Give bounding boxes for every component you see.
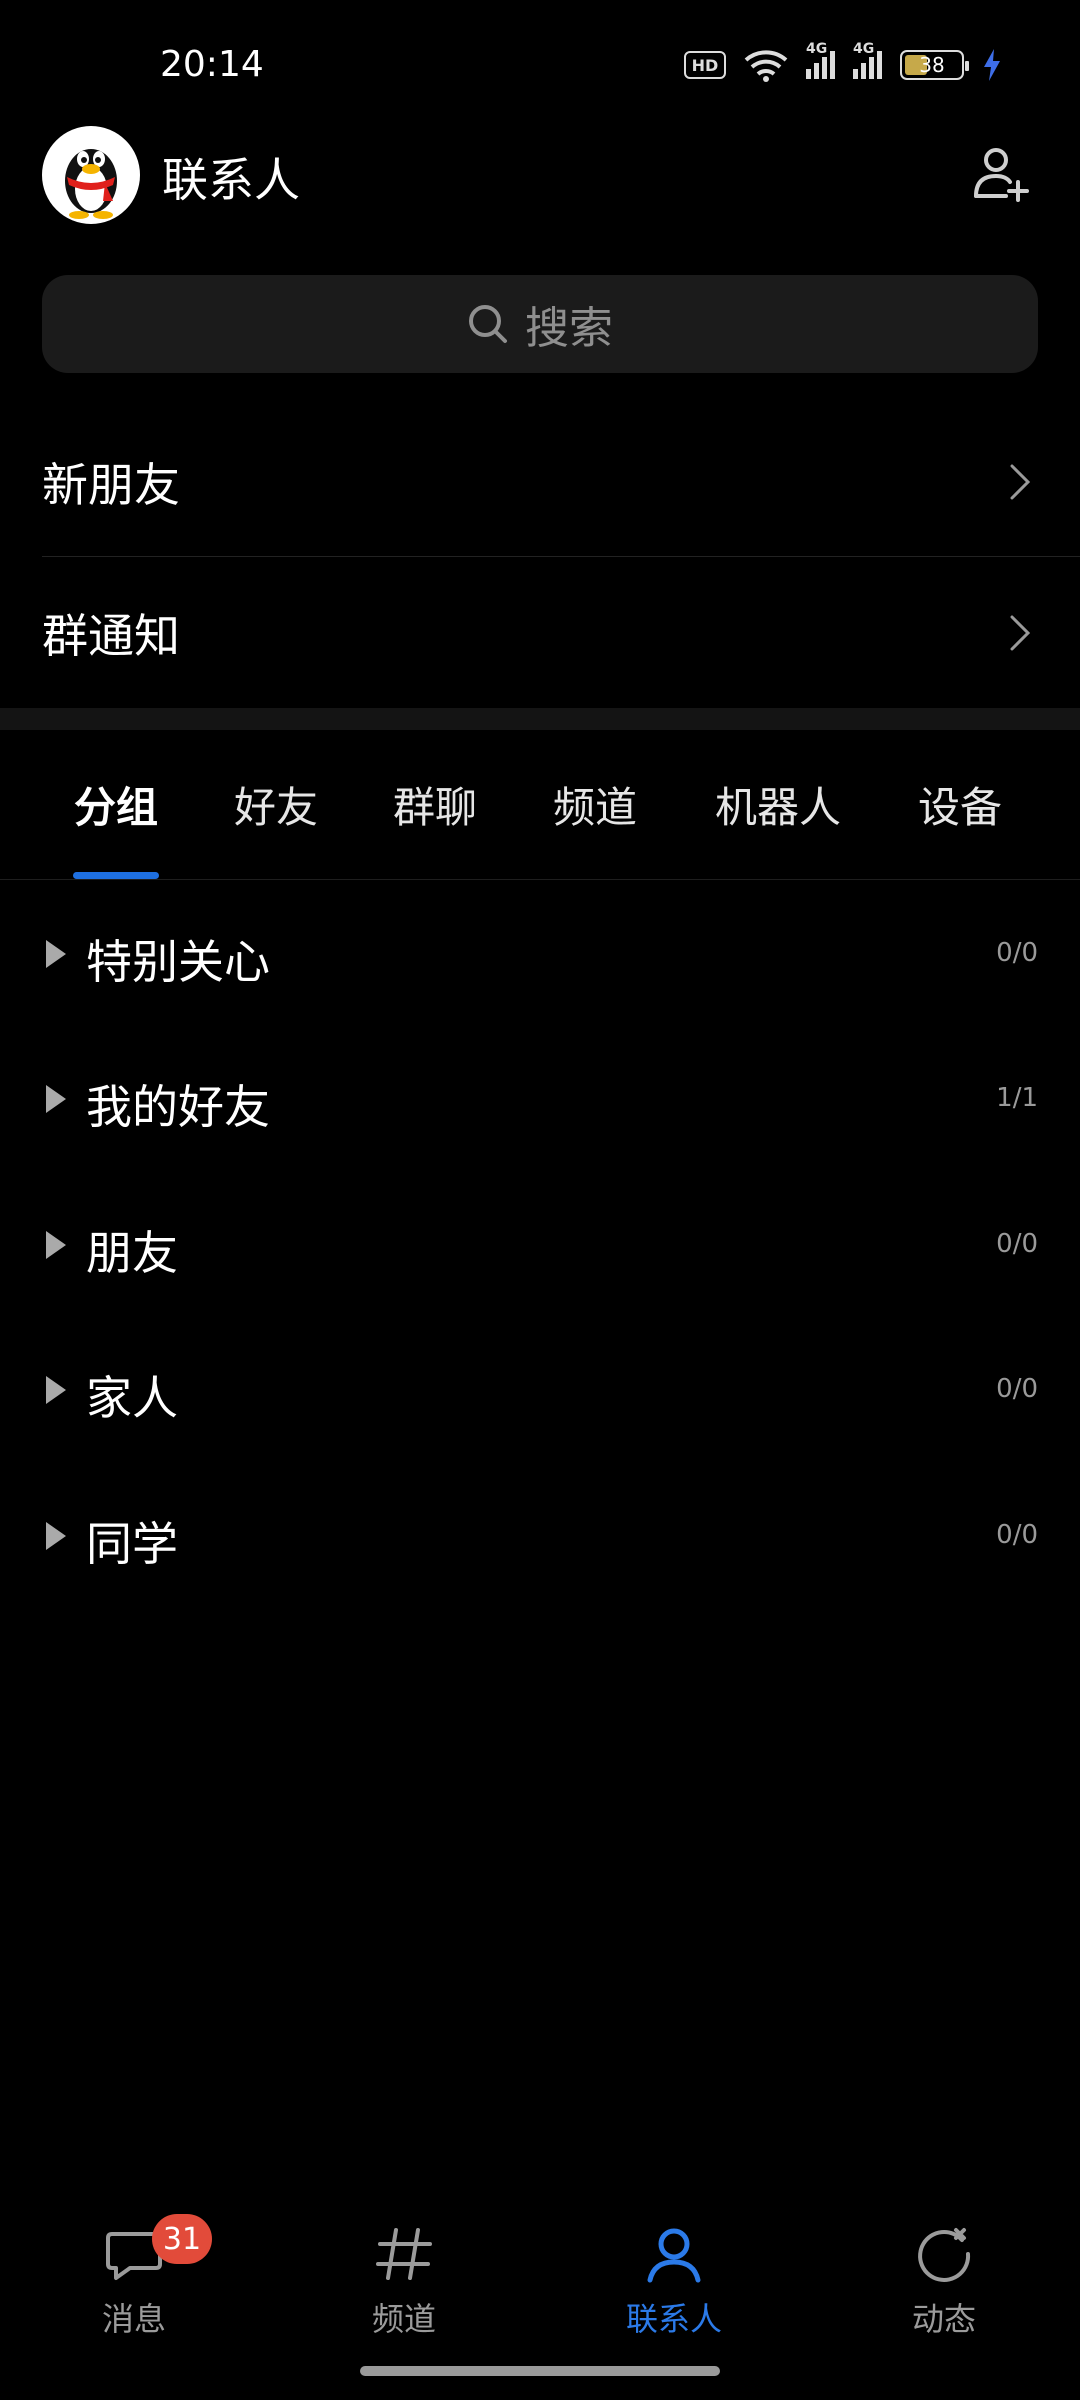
wifi-icon [744, 50, 788, 82]
search-placeholder: 搜索 [525, 303, 613, 354]
group-count: 0/0 [996, 1374, 1038, 1404]
expand-arrow-icon [46, 1376, 66, 1404]
contact-tabs: 分组 好友 群聊 频道 机器人 设备 [0, 730, 1080, 880]
tab-channels[interactable]: 频道 [553, 774, 637, 835]
group-row-special[interactable]: 特别关心 0/0 [0, 882, 1080, 1027]
new-friends-label: 新朋友 [42, 458, 180, 512]
moments-icon [918, 2228, 971, 2282]
group-notice-label: 群通知 [42, 609, 180, 663]
search-icon [469, 305, 507, 343]
divider [0, 879, 1080, 880]
group-notice-row[interactable]: 群通知 [0, 558, 1080, 708]
nav-label: 动态 [911, 2300, 976, 2338]
header: 联系人 [0, 120, 1080, 235]
group-name: 我的好友 [86, 1080, 270, 1134]
chevron-right-icon [1010, 464, 1031, 500]
status-time: 20:14 [160, 44, 264, 85]
tab-group-chats[interactable]: 群聊 [393, 774, 477, 835]
new-friends-row[interactable]: 新朋友 [0, 407, 1080, 557]
group-count: 0/0 [996, 1520, 1038, 1550]
expand-arrow-icon [46, 1231, 66, 1259]
group-name: 同学 [86, 1517, 178, 1571]
page-title: 联系人 [162, 153, 300, 207]
unread-badge: 31 [152, 2214, 212, 2264]
group-row-family[interactable]: 家人 0/0 [0, 1318, 1080, 1463]
nav-label: 频道 [371, 2300, 436, 2338]
expand-arrow-icon [46, 940, 66, 968]
avatar[interactable] [42, 126, 140, 224]
battery-icon: 38 [900, 50, 969, 80]
status-icons: HD 4G 4G 38 [684, 41, 1002, 82]
tab-friends[interactable]: 好友 [234, 774, 318, 835]
add-contact-icon[interactable] [968, 142, 1032, 206]
channel-icon [376, 2228, 432, 2280]
nav-moments[interactable]: 动态 [844, 2222, 1044, 2352]
group-row-classmates[interactable]: 同学 0/0 [0, 1464, 1080, 1609]
nav-contacts[interactable]: 联系人 [574, 2222, 774, 2352]
contacts-icon [647, 2228, 701, 2283]
search-bar[interactable]: 搜索 [42, 275, 1038, 373]
signal-icon-1: 4G [806, 41, 835, 79]
penguin-avatar-icon [65, 149, 117, 219]
tab-groups[interactable]: 分组 [74, 774, 158, 835]
chevron-right-icon [1010, 615, 1031, 651]
nav-label: 联系人 [625, 2300, 722, 2338]
expand-arrow-icon [46, 1085, 66, 1113]
group-count: 0/0 [996, 938, 1038, 968]
group-count: 1/1 [996, 1083, 1038, 1113]
tab-robots[interactable]: 机器人 [715, 774, 841, 835]
group-name: 家人 [86, 1371, 178, 1425]
group-row-my-friends[interactable]: 我的好友 1/1 [0, 1027, 1080, 1172]
hd-voice-icon: HD [684, 51, 726, 79]
home-indicator[interactable] [360, 2366, 720, 2376]
group-name: 特别关心 [86, 935, 270, 989]
expand-arrow-icon [46, 1522, 66, 1550]
active-tab-indicator [73, 872, 159, 879]
group-row-friends[interactable]: 朋友 0/0 [0, 1173, 1080, 1318]
group-name: 朋友 [86, 1226, 178, 1280]
status-bar: 20:14 HD 4G 4G 38 [0, 0, 1080, 120]
tab-devices[interactable]: 设备 [918, 774, 1002, 835]
group-count: 0/0 [996, 1229, 1038, 1259]
network-type-label: 4G [853, 41, 875, 57]
nav-label: 消息 [101, 2300, 166, 2338]
battery-level: 38 [919, 53, 945, 77]
network-type-label: 4G [806, 41, 828, 57]
charging-icon [984, 49, 1000, 81]
nav-channels[interactable]: 频道 [304, 2222, 504, 2352]
signal-icon-2: 4G [853, 41, 882, 79]
section-divider [0, 708, 1080, 730]
nav-messages[interactable]: 消息 31 [34, 2214, 234, 2352]
divider [42, 556, 1080, 557]
